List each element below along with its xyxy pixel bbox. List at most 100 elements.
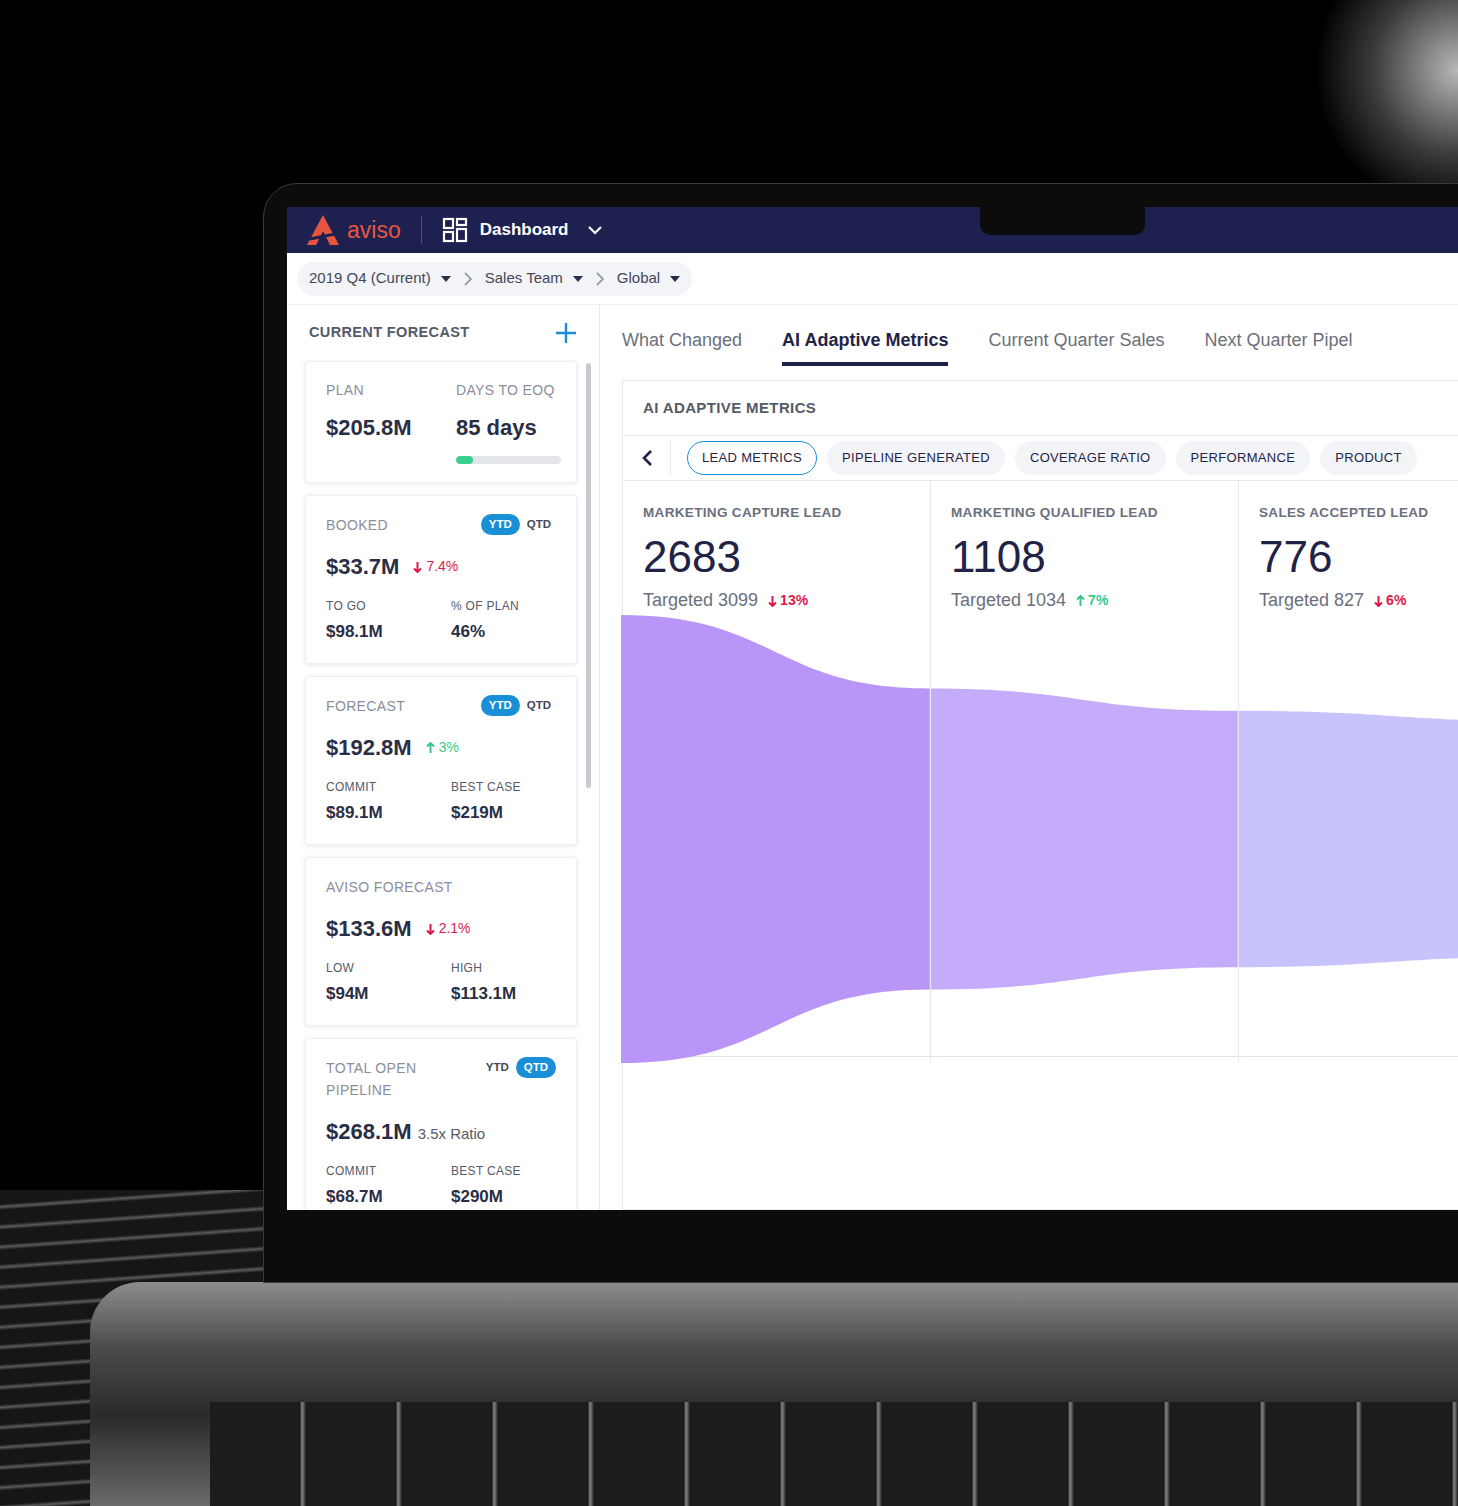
photo: aviso Dashboard 2019 Q4 (Current) Sales T… <box>0 0 1458 1506</box>
target-text: Targeted 3099 <box>643 587 758 614</box>
period-option[interactable]: YTD <box>481 695 520 716</box>
view-switcher[interactable]: Dashboard <box>480 217 569 243</box>
metric-label: MARKETING QUALIFIED LEAD <box>951 503 1238 523</box>
sidebar-title: CURRENT FORECAST <box>309 322 469 344</box>
sub-value: $113.1M <box>451 981 556 1007</box>
sub-label: LOW <box>326 959 451 977</box>
sub-label: COMMIT <box>326 778 451 796</box>
tab-label: AI Adaptive Metrics <box>782 327 948 354</box>
tab[interactable]: Next Quarter Pipel <box>1205 317 1353 366</box>
metric-chip[interactable]: LEAD METRICS <box>687 441 817 475</box>
panel-header: AI ADAPTIVE METRICS <box>623 381 1458 435</box>
metric-chip[interactable]: PERFORMANCE <box>1176 441 1311 475</box>
funnel-chart <box>621 615 1458 1063</box>
sub-value: $94M <box>326 981 451 1007</box>
tab[interactable]: What Changed <box>622 317 742 366</box>
target-text: Targeted 827 <box>1259 587 1364 614</box>
arrow-down-icon <box>426 923 435 935</box>
breadcrumb-item[interactable]: Global <box>617 267 680 290</box>
metric-target: Targeted 827 6% <box>1259 587 1458 614</box>
main: What Changed AI Adaptive Metrics Current Q… <box>600 305 1458 1210</box>
breadcrumb-label: Sales Team <box>485 267 563 290</box>
chevron-down-icon[interactable] <box>587 225 603 235</box>
card-title: AVISO FORECAST <box>326 876 453 898</box>
funnel-area: MARKETING CAPTURE LEAD2683Targeted 30991… <box>623 481 1458 1063</box>
value-row: $133.6M 2.1% <box>326 912 556 945</box>
keyboard <box>210 1402 1458 1506</box>
metric-target: Targeted 10347% <box>951 587 1238 614</box>
metric-chip[interactable]: PIPELINE GENERATED <box>827 441 1005 475</box>
breadcrumb-item[interactable]: 2019 Q4 (Current) <box>309 267 451 290</box>
plan-row: PLANDAYS TO EOQ$205.8M85 days <box>326 380 556 464</box>
quarter-progress-fill <box>456 456 473 464</box>
value-row: $33.7M7.4% <box>326 550 556 583</box>
caret-down-icon <box>573 276 583 282</box>
metric-column: SALES ACCEPTED LEAD776Targeted 8276% <box>1239 481 1458 1063</box>
tab[interactable]: Current Quarter Sales <box>988 317 1164 366</box>
sub-label: TO GO <box>326 597 451 615</box>
add-icon[interactable] <box>555 322 577 344</box>
chevron-right-icon <box>463 271 473 287</box>
metric-chip[interactable]: PRODUCT <box>1320 441 1417 475</box>
breadcrumb-label: Global <box>617 267 660 290</box>
period-option[interactable]: YTD <box>481 514 520 535</box>
metric-card: AVISO FORECAST $133.6M 2.1% LOWHIGH$94M$113… <box>305 857 577 1026</box>
top-bar: aviso Dashboard <box>287 207 1458 253</box>
arrow-down-icon <box>413 561 422 573</box>
card-value: $133.6M <box>326 912 412 945</box>
delta-text: 6% <box>1386 590 1406 611</box>
caret-down-icon <box>670 276 680 282</box>
days-block: 85 days <box>456 411 561 464</box>
period-option[interactable]: YTD <box>481 1057 514 1078</box>
metric-target: Targeted 309913% <box>643 587 930 614</box>
sub-values: LOWHIGH$94M$113.1M <box>326 959 556 1007</box>
card-value: $192.8M <box>326 731 412 764</box>
breadcrumb-item[interactable]: Sales Team <box>485 267 583 290</box>
breadcrumb-label: 2019 Q4 (Current) <box>309 267 431 290</box>
metric-label: SALES ACCEPTED LEAD <box>1259 503 1458 523</box>
funnel-stage <box>621 615 929 1063</box>
delta-text: 7% <box>1088 590 1108 611</box>
delta: 6% <box>1374 590 1406 611</box>
sub-value: $98.1M <box>326 619 451 645</box>
delta: 2.1% <box>426 918 471 939</box>
card-value: $33.7M <box>326 550 399 583</box>
metrics-panel: AI ADAPTIVE METRICS LEAD METRICS PIPELINE… <box>622 380 1458 1210</box>
light-glare <box>1318 0 1458 200</box>
value-row: $192.8M 3% <box>326 731 556 764</box>
sub-values: COMMITBEST CASE$89.1M$219M <box>326 778 556 826</box>
sub-value: $219M <box>451 800 556 826</box>
days-value: 85 days <box>456 411 561 444</box>
metric-column: MARKETING QUALIFIED LEAD1108Targeted 103… <box>931 481 1239 1063</box>
scrollbar[interactable] <box>586 363 591 788</box>
tab[interactable]: AI Adaptive Metrics <box>782 317 948 366</box>
screen: aviso Dashboard 2019 Q4 (Current) Sales T… <box>287 207 1458 1210</box>
back-icon[interactable] <box>623 441 671 475</box>
tab-label: Next Quarter Pipel <box>1205 327 1353 354</box>
forecast-cards: PLANDAYS TO EOQ$205.8M85 daysBOOKEDYTDQT… <box>287 361 599 1210</box>
sub-value: 46% <box>451 619 556 645</box>
metric-columns: MARKETING CAPTURE LEAD2683Targeted 30991… <box>623 481 1458 1063</box>
caret-down-icon <box>441 276 451 282</box>
delta: 7% <box>1076 590 1108 611</box>
sub-label: % OF PLAN <box>451 597 556 615</box>
period-option[interactable]: QTD <box>516 1057 556 1078</box>
delta: 3% <box>426 737 459 758</box>
plan-value: $205.8M <box>326 411 456 464</box>
quarter-progress <box>456 456 561 464</box>
arrow-down-icon <box>768 595 777 607</box>
arrow-up-icon <box>1076 595 1085 607</box>
sub-value: $68.7M <box>326 1184 451 1210</box>
metric-column: MARKETING CAPTURE LEAD2683Targeted 30991… <box>623 481 931 1063</box>
metric-label: MARKETING CAPTURE LEAD <box>643 503 930 523</box>
metric-chip[interactable]: COVERAGE RATIO <box>1015 441 1166 475</box>
value-row: $268.1M3.5x Ratio <box>326 1115 556 1148</box>
card-header: AVISO FORECAST <box>326 876 556 898</box>
sub-label: COMMIT <box>326 1162 451 1180</box>
card-value: $268.1M <box>326 1115 412 1148</box>
divider <box>421 216 422 244</box>
period-option[interactable]: QTD <box>522 514 556 535</box>
body: CURRENT FORECAST PLANDAYS TO EOQ$205.8M8… <box>287 305 1458 1210</box>
period-option[interactable]: QTD <box>522 695 556 716</box>
